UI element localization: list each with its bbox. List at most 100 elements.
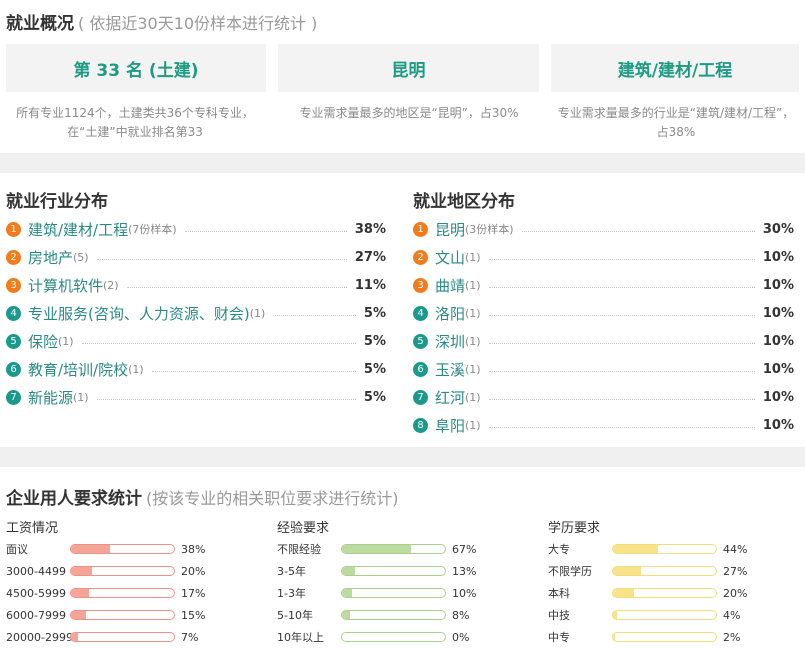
region-link[interactable]: 昆明 [435, 219, 465, 240]
stat-row: 5-10年 8% [277, 608, 470, 623]
stat-label: 20000-29999 [6, 630, 80, 644]
top-industry-card-desc: 专业需求量最多的行业是“建筑/建材/工程”，占38% [557, 106, 795, 139]
stat-row: 10年以上 0% [277, 630, 470, 645]
overview-title: 就业概况( 依据近30天10份样本进行统计 ) [6, 9, 317, 34]
column-title: 学历要求 [548, 521, 601, 536]
stat-percent: 27% [723, 564, 748, 578]
region-percent: 10% [762, 417, 794, 433]
rank-card[interactable]: 第 33 名 (土建) [6, 44, 266, 92]
industry-item: 2 房地产 (5) 27% [6, 246, 386, 268]
stat-label: 本科 [548, 587, 570, 600]
progress-fill [613, 589, 634, 597]
progress-bar [70, 610, 175, 620]
industry-title: 就业行业分布 [6, 192, 108, 212]
overview-heading: 就业概况 [6, 14, 74, 34]
industry-link[interactable]: 专业服务(咨询、人力资源、财会) [28, 303, 250, 324]
dotted-leader [273, 314, 356, 316]
industry-percent: 5% [363, 305, 386, 321]
industry-link[interactable]: 建筑/建材/工程 [28, 219, 128, 240]
top-region-card-value: 昆明 [391, 60, 426, 81]
column-title: 经验要求 [277, 521, 330, 536]
sample-count: (7份样本) [128, 223, 177, 236]
region-link[interactable]: 玉溪 [435, 359, 465, 380]
region-link[interactable]: 阜阳 [435, 415, 465, 436]
rank-badge: 2 [6, 249, 21, 265]
rank-badge: 1 [6, 221, 21, 237]
industry-link[interactable]: 计算机软件 [28, 275, 103, 296]
industry-link[interactable]: 房地产 [28, 247, 73, 268]
progress-fill [613, 611, 618, 619]
sample-count: (2) [103, 278, 119, 292]
stat-row: 1-3年 10% [277, 586, 476, 601]
region-link[interactable]: 洛阳 [435, 303, 465, 324]
progress-fill [342, 567, 356, 575]
industry-item: 4 专业服务(咨询、人力资源、财会) (1) 5% [6, 302, 386, 324]
stat-label: 6000-7999 [6, 608, 66, 622]
stat-row: 6000-7999 15% [6, 608, 205, 622]
progress-bar [70, 632, 175, 642]
progress-fill [71, 633, 79, 641]
progress-bar [612, 632, 717, 642]
sample-count: (1) [465, 334, 481, 348]
top-industry-card[interactable]: 建筑/建材/工程 [551, 44, 799, 92]
industry-link[interactable]: 新能源 [28, 387, 73, 408]
progress-bar [341, 610, 446, 620]
industry-percent: 38% [354, 221, 386, 237]
dotted-leader [96, 398, 356, 400]
progress-bar [612, 610, 717, 620]
dotted-leader [96, 258, 347, 260]
dotted-leader [488, 370, 755, 372]
requirements-title: 企业用人要求统计 (按该专业的相关职位要求进行统计) [6, 484, 399, 509]
region-link[interactable]: 深圳 [435, 331, 465, 352]
progress-fill [71, 545, 111, 553]
progress-bar [341, 566, 446, 576]
rank-badge: 3 [413, 277, 428, 293]
stat-percent: 4% [723, 608, 741, 622]
stat-label: 中技 [548, 609, 570, 622]
sample-count: (1) [465, 250, 481, 264]
rank-card-desc: 所有专业1124个，土建类共36个专科专业，在“土建”中就业排名第33 [16, 106, 254, 139]
rank-badge: 4 [6, 305, 21, 321]
region-percent: 30% [762, 221, 794, 237]
stat-label: 5-10年 [277, 609, 313, 622]
region-percent: 10% [762, 249, 794, 265]
top-industry-card-value: 建筑/建材/工程 [617, 60, 733, 81]
industry-link[interactable]: 保险 [28, 331, 58, 352]
stat-row: 4500-5999 17% [6, 586, 205, 600]
rank-badge: 5 [6, 333, 21, 349]
stat-percent: 0% [452, 630, 470, 644]
rank-badge: 5 [413, 333, 428, 349]
region-item: 3 曲靖 (1) 10% [413, 274, 794, 296]
progress-bar [341, 588, 446, 598]
progress-bar [612, 544, 717, 554]
region-link[interactable]: 曲靖 [435, 275, 465, 296]
industry-item: 7 新能源 (1) 5% [6, 386, 386, 408]
top-region-card[interactable]: 昆明 [278, 44, 539, 92]
rank-badge: 7 [6, 389, 21, 405]
stat-row: 中技 4% [548, 608, 741, 623]
progress-fill [342, 545, 411, 553]
stat-label: 3-5年 [277, 565, 306, 578]
stat-label: 中专 [548, 631, 570, 644]
stat-row: 3000-4499 20% [6, 564, 205, 578]
progress-fill [613, 545, 659, 553]
rank-badge: 7 [413, 389, 428, 405]
stat-label: 3000-4499 [6, 564, 66, 578]
industry-item: 6 教育/培训/院校 (1) 5% [6, 358, 386, 380]
stat-row: 3-5年 13% [277, 564, 476, 579]
stat-percent: 8% [452, 608, 470, 622]
dotted-leader [184, 230, 347, 232]
stat-label: 1-3年 [277, 587, 306, 600]
stat-percent: 2% [723, 630, 741, 644]
stat-percent: 20% [723, 586, 748, 600]
industry-link[interactable]: 教育/培训/院校 [28, 359, 128, 380]
industry-percent: 11% [354, 277, 386, 293]
region-link[interactable]: 红河 [435, 387, 465, 408]
region-item: 7 红河 (1) 10% [413, 386, 794, 408]
region-link[interactable]: 文山 [435, 247, 465, 268]
stat-label: 面议 [6, 543, 28, 556]
stat-label: 大专 [548, 543, 570, 556]
dotted-leader [488, 426, 755, 428]
stat-row: 不限学历 27% [548, 564, 748, 579]
rank-badge: 2 [413, 249, 428, 265]
